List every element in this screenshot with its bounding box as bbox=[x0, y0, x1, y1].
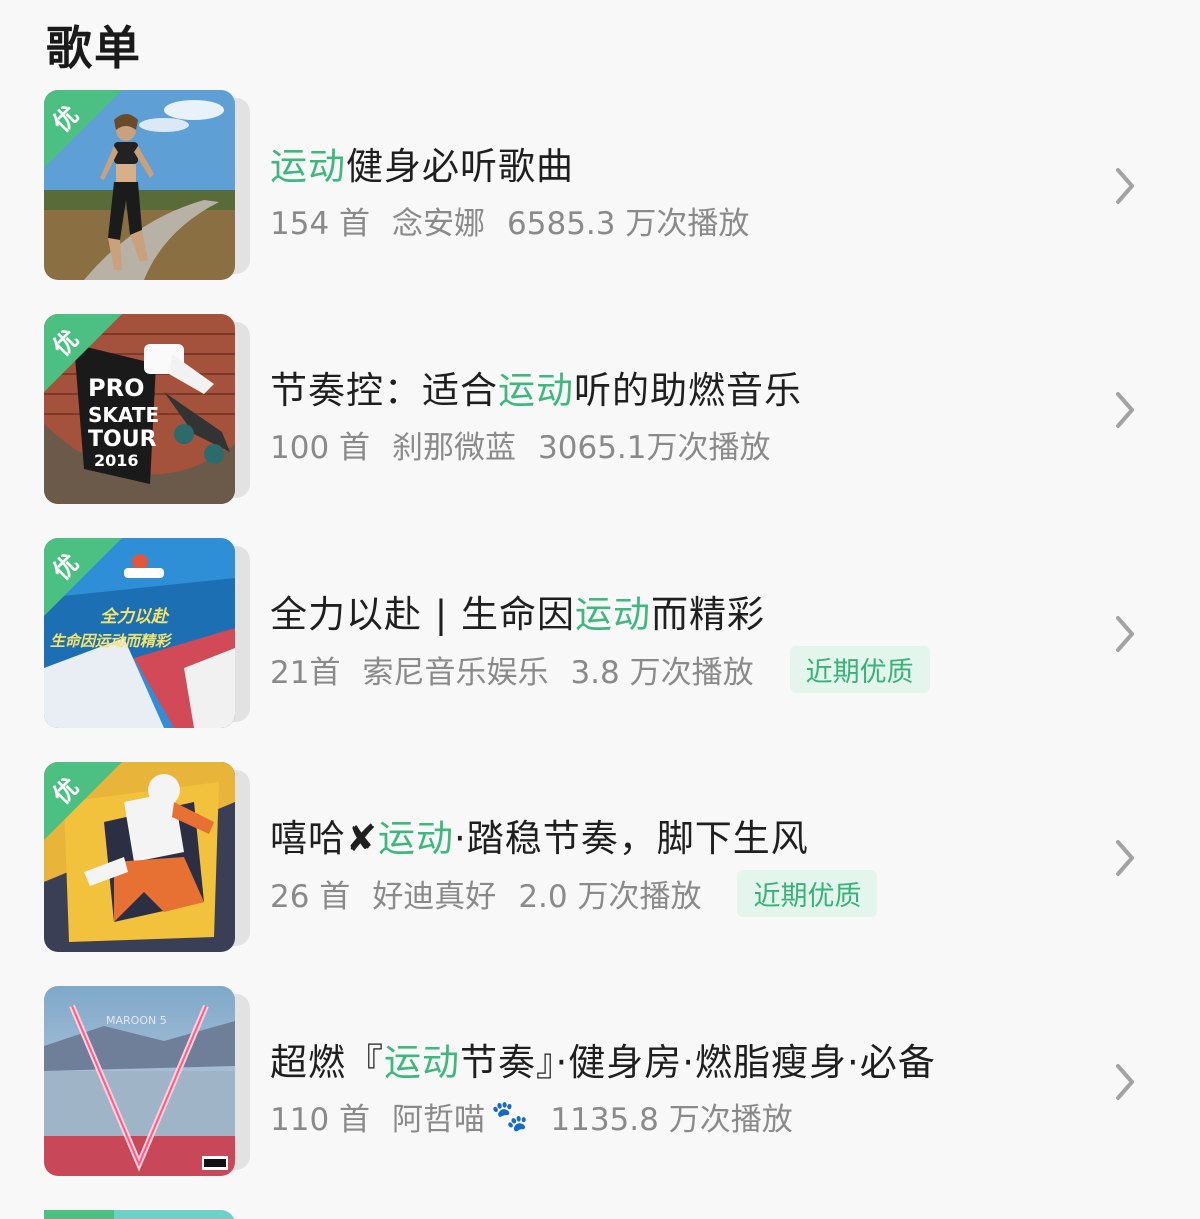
title-highlight: 运动 bbox=[498, 369, 574, 412]
playlist-row[interactable]: PRO SKATE TOUR 2016 优 节奏控：适合运动听的助燃音乐 100… bbox=[0, 314, 1200, 514]
playlist-title: 节奏控：适合运动听的助燃音乐 bbox=[270, 360, 802, 414]
playlist-row[interactable]: MAROON 5 超燃『运动节奏』·健身房·燃脂瘦身·必备 110 首 阿哲喵 … bbox=[0, 986, 1200, 1186]
title-highlight: 运动 bbox=[575, 593, 651, 636]
author: 刹那微蓝 bbox=[392, 430, 517, 466]
playlist-title: 运动健身必听歌曲 bbox=[270, 136, 574, 190]
title-text: 听的助燃音乐 bbox=[574, 369, 802, 412]
title-text: 超燃『 bbox=[270, 1041, 384, 1084]
quality-badge: 近期优质 bbox=[789, 646, 930, 693]
playlist-cover: 全力以赴 生命因运动而精彩 优 bbox=[44, 538, 250, 728]
svg-text:MAROON 5: MAROON 5 bbox=[106, 1014, 167, 1027]
play-count: 3.8 万次播放 bbox=[570, 655, 754, 691]
title-highlight: 运动 bbox=[270, 145, 346, 188]
playlist-row[interactable]: 全力以赴 生命因运动而精彩 优 全力以赴 | 生命因运动而精彩 21首 索尼音乐… bbox=[0, 538, 1200, 738]
section-title: 歌单 bbox=[46, 21, 142, 75]
playlist-title: 超燃『运动节奏』·健身房·燃脂瘦身·必备 bbox=[270, 1032, 936, 1086]
playlist-row[interactable]: 优 嘻哈✘运动·踏稳节奏，脚下生风 26 首 好迪真好 2.0 万次播放 近期优… bbox=[0, 762, 1200, 962]
title-text: 而精彩 bbox=[651, 593, 765, 636]
author: 念安娜 bbox=[392, 206, 486, 242]
title-text: 节奏控：适合 bbox=[270, 369, 498, 412]
playlist-meta: 154 首 念安娜 6585.3 万次播放 bbox=[270, 198, 749, 243]
play-count: 6585.3 万次播放 bbox=[507, 206, 750, 242]
author: 好迪真好 bbox=[372, 879, 497, 915]
title-highlight: 运动 bbox=[384, 1041, 460, 1084]
chevron-right-icon bbox=[1116, 1064, 1134, 1100]
svg-text:TOUR: TOUR bbox=[88, 427, 157, 452]
title-text: 健身必听歌曲 bbox=[346, 145, 574, 188]
playlist-row[interactable]: 优 运动健身必听歌曲 154 首 念安娜 6585.3 万次播放 bbox=[0, 90, 1200, 290]
title-text: 节奏』·健身房·燃脂瘦身·必备 bbox=[460, 1041, 936, 1084]
playlist-cover: 优 bbox=[44, 762, 250, 952]
author: 索尼音乐娱乐 bbox=[362, 655, 549, 691]
song-count: 154 首 bbox=[270, 206, 371, 242]
chevron-right-icon bbox=[1116, 168, 1134, 204]
playlist-meta: 26 首 好迪真好 2.0 万次播放 近期优质 bbox=[270, 870, 878, 917]
song-count: 110 首 bbox=[270, 1102, 371, 1138]
playlist-title: 全力以赴 | 生命因运动而精彩 bbox=[270, 584, 765, 638]
play-count: 3065.1万次播放 bbox=[538, 430, 771, 466]
svg-text:生命因运动而精彩: 生命因运动而精彩 bbox=[50, 632, 173, 650]
title-highlight: 运动 bbox=[378, 817, 455, 860]
play-count: 2.0 万次播放 bbox=[518, 879, 702, 915]
playlist-meta: 110 首 阿哲喵 🐾 1135.8 万次播放 bbox=[270, 1094, 793, 1139]
playlist-cover: PRO SKATE TOUR 2016 优 bbox=[44, 314, 250, 504]
svg-text:SKATE: SKATE bbox=[88, 403, 159, 427]
title-text: 全力以赴 | 生命因 bbox=[270, 593, 575, 636]
next-playlist-cover-partial bbox=[44, 1210, 235, 1219]
svg-text:2016: 2016 bbox=[94, 451, 139, 470]
paw-icon: 🐾 bbox=[491, 1099, 529, 1134]
playlist-title: 嘻哈✘运动·踏稳节奏，脚下生风 bbox=[270, 808, 809, 862]
author: 阿哲喵 bbox=[392, 1102, 486, 1138]
chevron-right-icon bbox=[1116, 840, 1134, 876]
chevron-right-icon bbox=[1116, 616, 1134, 652]
cover-image-maroon5: MAROON 5 bbox=[44, 986, 235, 1176]
title-text: 嘻哈✘ bbox=[270, 817, 379, 860]
playlist-cover: MAROON 5 bbox=[44, 986, 250, 1176]
song-count: 100 首 bbox=[270, 430, 371, 466]
quality-badge: 近期优质 bbox=[737, 870, 878, 917]
title-text: ·踏稳节奏，脚下生风 bbox=[454, 817, 809, 860]
playlist-meta: 100 首 刹那微蓝 3065.1万次播放 bbox=[270, 422, 771, 467]
playlist-meta: 21首 索尼音乐娱乐 3.8 万次播放 近期优质 bbox=[270, 646, 930, 693]
song-count: 21首 bbox=[270, 655, 341, 691]
play-count: 1135.8 万次播放 bbox=[550, 1102, 793, 1138]
playlist-cover: 优 bbox=[44, 90, 250, 280]
song-count: 26 首 bbox=[270, 879, 351, 915]
chevron-right-icon bbox=[1116, 392, 1134, 428]
